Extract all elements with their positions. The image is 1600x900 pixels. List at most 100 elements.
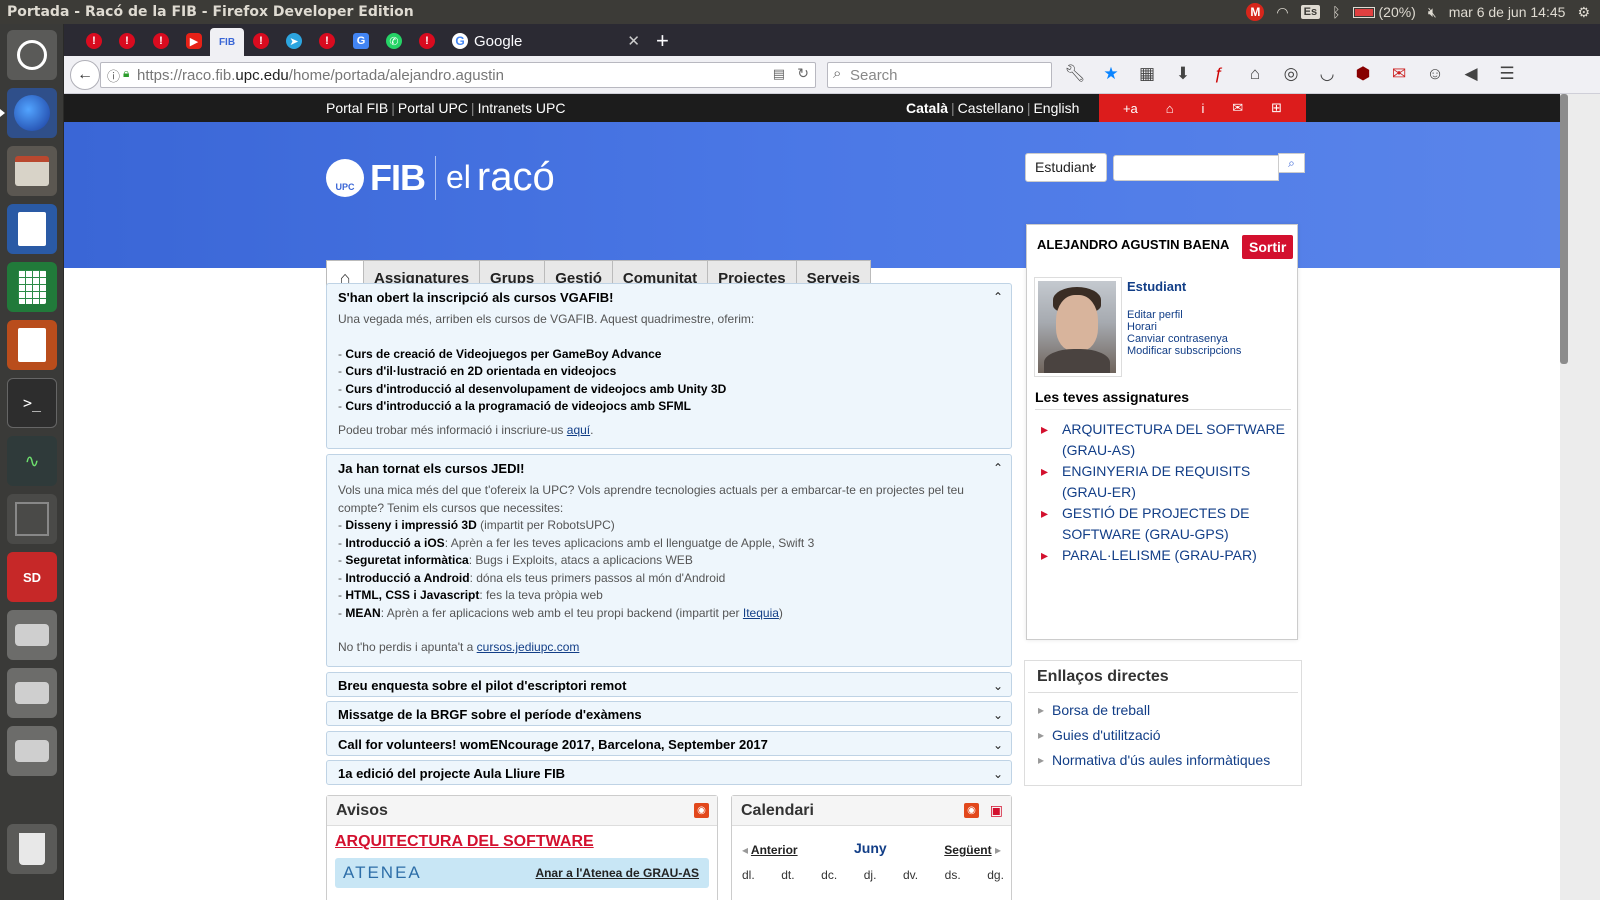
pinned-tab[interactable]: ! — [412, 27, 442, 55]
role-select[interactable]: Estudiant — [1025, 153, 1107, 182]
volume-muted-icon[interactable]: 🔇︎ — [1428, 4, 1437, 21]
drive-icon[interactable] — [7, 668, 57, 718]
sd-card-icon[interactable]: SD — [7, 552, 57, 602]
news-item-collapsed[interactable]: Missatge de la BRGF sobre el període d'e… — [326, 701, 1012, 726]
avisos-subject-link[interactable]: ARQUITECTURA DEL SOFTWARE — [335, 833, 594, 851]
link-normativa-aules[interactable]: Normativa d'ús aules informàtiques — [1025, 748, 1301, 773]
news-title[interactable]: Ja han tornat els cursos JEDI! — [327, 455, 1011, 476]
system-monitor-icon[interactable]: ∿ — [7, 436, 57, 486]
reader-view-icon[interactable]: ▤ — [773, 66, 785, 82]
site-search-input[interactable] — [1113, 155, 1279, 181]
pinned-tab[interactable]: ! — [112, 27, 142, 55]
subject-link[interactable]: ENGINYERIA DE REQUISITS (GRAU-ER) — [1041, 461, 1291, 503]
news-title[interactable]: Missatge de la BRGF sobre el període d'e… — [327, 702, 1011, 722]
lang-castellano[interactable]: Castellano — [958, 100, 1024, 116]
mail-icon[interactable]: ✉ — [1232, 100, 1243, 116]
tab-google[interactable]: G Google ✕ — [448, 27, 648, 55]
flash-icon[interactable]: ƒ — [1208, 64, 1230, 84]
site-search-button[interactable]: ⌕ — [1278, 153, 1305, 173]
subject-link[interactable]: PARAL·LELISME (GRAU-PAR) — [1041, 545, 1291, 566]
link-portal-fib[interactable]: Portal FIB — [326, 100, 388, 116]
news-title[interactable]: Call for volunteers! womENcourage 2017, … — [327, 732, 1011, 752]
home-icon[interactable]: ⌂ — [1244, 64, 1266, 84]
link-guies-utilitzacio[interactable]: Guies d'utilització — [1025, 723, 1301, 748]
developer-tools-icon[interactable]: 🔧︎ — [1064, 64, 1086, 84]
expand-chevron-icon[interactable]: ⌄ — [993, 738, 1003, 752]
atenea-link[interactable]: Anar a l'Atenea de GRAU-AS — [535, 866, 699, 880]
firefox-icon[interactable] — [0, 88, 57, 138]
pinned-tab[interactable]: ! — [312, 27, 342, 55]
bookmark-star-icon[interactable]: ★ — [1100, 64, 1122, 84]
raco-logo[interactable]: UPC FIB el racó — [326, 155, 555, 200]
clock[interactable]: mar 6 de jun 14:45 — [1449, 4, 1566, 20]
pinned-tab-telegram[interactable]: ➤ — [279, 27, 309, 55]
system-menu-icon[interactable]: ⚙ — [1577, 4, 1590, 21]
search-input[interactable]: Search — [827, 62, 1052, 88]
back-button[interactable]: ← — [70, 60, 100, 90]
calc-icon[interactable] — [7, 262, 57, 312]
downloads-icon[interactable]: ⬇ — [1172, 64, 1194, 84]
terminal-icon[interactable]: >_ — [7, 378, 57, 428]
pinned-tab-raco-active[interactable]: FIB — [210, 28, 244, 56]
calendar-next[interactable]: Següent ▸ — [944, 843, 1001, 857]
rss-icon[interactable]: ◉ — [964, 803, 979, 818]
hamburger-menu-icon[interactable]: ☰ — [1496, 64, 1518, 84]
files-icon[interactable] — [7, 146, 57, 196]
link-aqui[interactable]: aquí — [567, 423, 590, 437]
close-tab-icon[interactable]: ✕ — [627, 32, 640, 50]
calendar-prev[interactable]: ◂ Anterior — [742, 843, 798, 857]
news-item-collapsed[interactable]: 1a edició del projecte Aula Lliure FIB ⌄ — [326, 760, 1012, 785]
drive-icon[interactable] — [7, 610, 57, 660]
drive-icon[interactable] — [7, 726, 57, 776]
collapse-chevron-icon[interactable]: ⌃ — [993, 461, 1003, 475]
impress-icon[interactable] — [7, 320, 57, 370]
font-size-icon[interactable]: +a — [1123, 101, 1138, 116]
wifi-icon[interactable]: ◠ — [1276, 4, 1288, 21]
pinned-tab-whatsapp[interactable]: ✆ — [379, 27, 409, 55]
link-editar-perfil[interactable]: Editar perfil — [1127, 309, 1241, 321]
pinned-tab[interactable]: ! — [146, 27, 176, 55]
news-item-collapsed[interactable]: Call for volunteers! womENcourage 2017, … — [326, 731, 1012, 756]
writer-icon[interactable] — [7, 204, 57, 254]
news-title[interactable]: S'han obert la inscripció als cursos VGA… — [327, 284, 1011, 305]
pinned-tab[interactable]: ! — [79, 27, 109, 55]
link-horari[interactable]: Horari — [1127, 321, 1241, 333]
new-tab-button[interactable]: + — [656, 28, 669, 54]
news-title[interactable]: 1a edició del projecte Aula Lliure FIB — [327, 761, 1011, 781]
pocket-icon[interactable]: ◡ — [1316, 64, 1338, 84]
scrollbar-thumb[interactable] — [1560, 94, 1568, 364]
subject-link[interactable]: GESTIÓ DE PROJECTES DE SOFTWARE (GRAU-GP… — [1041, 503, 1291, 545]
link-canviar-contrasenya[interactable]: Canviar contrasenya — [1127, 333, 1241, 345]
calendar-icon[interactable]: ▣ — [990, 802, 1003, 819]
lang-catala[interactable]: Català — [906, 100, 948, 116]
page-scrollbar[interactable] — [1560, 94, 1600, 900]
news-item-collapsed[interactable]: Breu enquesta sobre el pilot d'escriptor… — [326, 672, 1012, 697]
ublock-icon[interactable]: ⬢ — [1352, 64, 1374, 84]
site-info-icon[interactable]: ⓘ — [107, 66, 120, 85]
expand-chevron-icon[interactable]: ⌄ — [993, 679, 1003, 693]
link-borsa-treball[interactable]: Borsa de treball — [1025, 698, 1301, 723]
pinned-tab-translate[interactable]: G — [346, 27, 376, 55]
news-title[interactable]: Breu enquesta sobre el pilot d'escriptor… — [327, 673, 1011, 693]
expand-chevron-icon[interactable]: ⌄ — [993, 767, 1003, 781]
info-icon[interactable]: i — [1201, 101, 1204, 116]
logout-button[interactable]: Sortir — [1242, 235, 1294, 259]
mail-extension-icon[interactable]: ✉ — [1388, 64, 1410, 84]
link-portal-upc[interactable]: Portal UPC — [398, 100, 468, 116]
expand-chevron-icon[interactable]: ⌄ — [993, 708, 1003, 722]
greasemonkey-icon[interactable]: ☺ — [1424, 64, 1446, 84]
sitemap-icon[interactable]: ⊞ — [1271, 100, 1282, 116]
subject-link[interactable]: ARQUITECTURA DEL SOFTWARE (GRAU-AS) — [1041, 419, 1291, 461]
extension-icon[interactable]: ◀ — [1460, 64, 1482, 84]
lang-english[interactable]: English — [1033, 100, 1079, 116]
pinned-tab-youtube[interactable]: ▶ — [179, 27, 209, 55]
bookmarks-menu-icon[interactable]: ▦ — [1136, 64, 1158, 84]
rss-icon[interactable]: ◉ — [694, 803, 709, 818]
collapse-chevron-icon[interactable]: ⌃ — [993, 290, 1003, 304]
dash-icon[interactable] — [7, 30, 57, 80]
url-bar[interactable]: ⓘ 🔒︎ https://raco.fib. upc.edu/home/porta… — [100, 62, 816, 88]
pinned-tab[interactable]: ! — [246, 27, 276, 55]
link-itequia[interactable]: Itequia — [743, 606, 779, 620]
reload-icon[interactable]: ↻ — [797, 65, 809, 82]
sync-icon[interactable]: ◎ — [1280, 64, 1302, 84]
